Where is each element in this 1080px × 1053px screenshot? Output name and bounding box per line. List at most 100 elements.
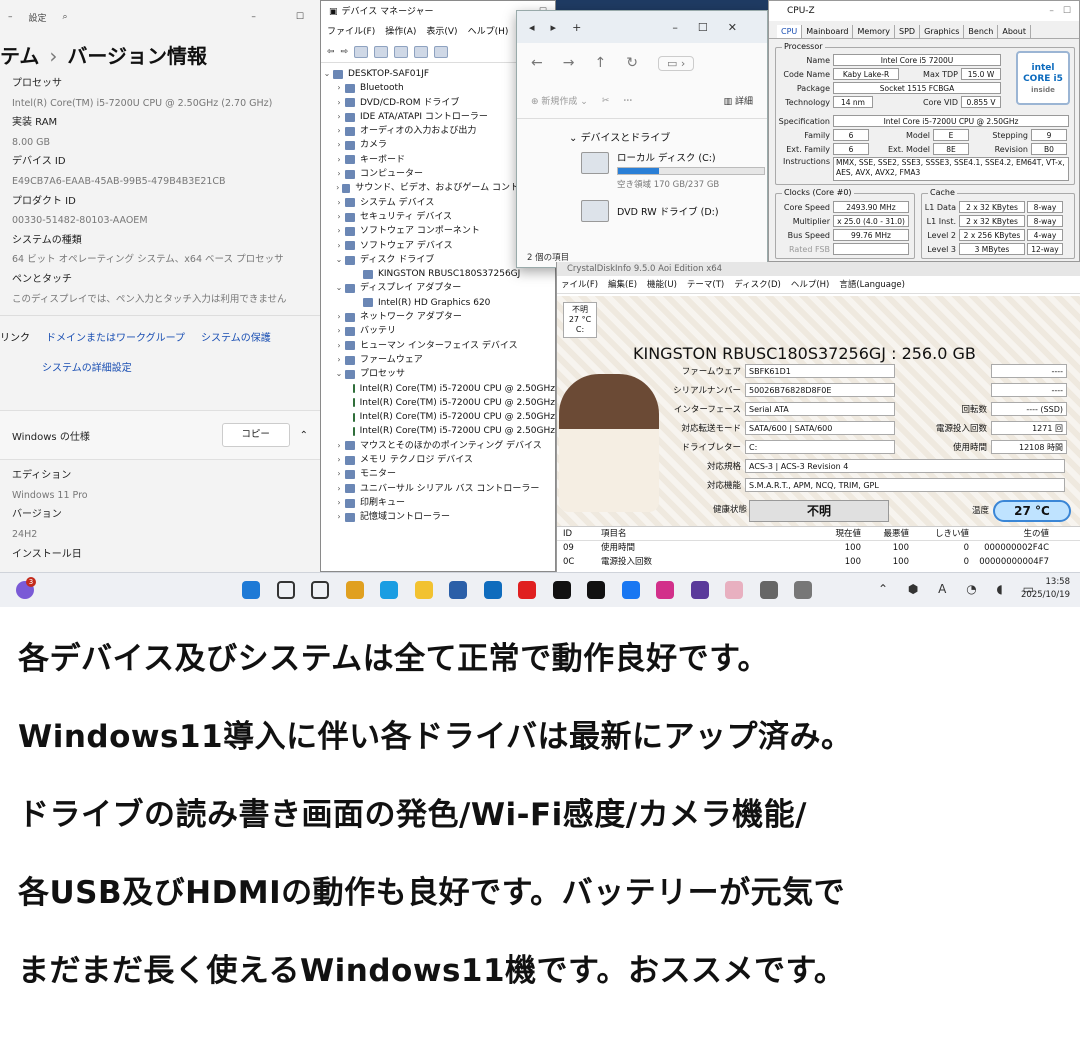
youtube-icon[interactable] [518,581,536,599]
smart-col-header[interactable]: しきい値 [909,527,969,540]
tree-item[interactable]: › ネットワーク アダプター [321,310,555,324]
cdi-menu-item[interactable]: ヘルプ(H) [791,276,830,293]
table-row[interactable]: 0C 電源投入回数 100 100 0 00000000004F7 [557,555,1080,569]
chevron-right-icon[interactable]: › [333,453,345,467]
settings-icon[interactable] [759,581,778,599]
chevron-right-icon[interactable]: › [333,310,345,324]
details-button[interactable]: ▥ 詳細 [724,94,767,107]
tree-item[interactable]: › ファームウェア [321,353,555,367]
chevron-up-icon[interactable]: ⌃ [300,430,308,441]
more-icon[interactable]: ⋯ [623,96,632,106]
device-manager-icon[interactable] [794,581,812,599]
tab-graphics[interactable]: Graphics [920,25,965,38]
chevron-down-icon[interactable]: ⌄ [333,367,345,381]
window-controls[interactable]: – ☐ [1049,1,1079,21]
tab-spd[interactable]: SPD [895,25,921,38]
chevron-right-icon[interactable]: › [333,467,345,481]
smart-col-header[interactable]: 項目名 [601,527,741,540]
search-icon[interactable]: ⌕ [63,12,68,22]
devices-drives-header[interactable]: ⌄ デバイスとドライブ [517,119,767,150]
chevron-down-icon[interactable]: ⌄ [333,253,345,267]
facebook-icon[interactable] [621,581,640,599]
drive-d[interactable]: DVD RW ドライブ (D:) [517,198,767,242]
tab-memory[interactable]: Memory [853,25,896,38]
tab-mainboard[interactable]: Mainboard [802,25,854,38]
drive-c[interactable]: ローカル ディスク (C:) 空き領域 170 GB/237 GB [517,150,767,194]
tree-item[interactable]: KINGSTON RBUSC180S37256GJ [321,267,555,281]
smart-col-header[interactable]: ID [563,527,601,540]
chevron-right-icon[interactable]: › [333,210,345,224]
cdi-menu-item[interactable]: ァイル(F) [561,276,598,293]
chevron-right-icon[interactable]: › [333,153,345,167]
tree-item[interactable]: › 記憶域コントローラー [321,510,555,524]
chevron-right-icon[interactable]: › [333,224,345,238]
chevron-right-icon[interactable]: › [333,496,345,510]
menu-action[interactable]: 操作(A) [385,23,416,41]
chevron-right-icon[interactable]: › [333,124,345,138]
chevron-right-icon[interactable]: › [333,196,345,210]
new-button[interactable]: ⊕ 新規作成 ⌄ [531,94,588,107]
tree-item[interactable]: ⌄ ディスプレイ アダプター [321,281,555,295]
maximize-icon[interactable]: ☐ [296,12,304,22]
scan-icon[interactable] [414,45,429,58]
chevron-right-icon[interactable]: › [333,239,345,253]
tab-bench[interactable]: Bench [964,25,999,38]
instagram-icon[interactable] [656,581,674,599]
tree-item[interactable]: › ユニバーサル シリアル バス コントローラー [321,482,555,496]
update-driver-icon[interactable] [374,45,389,58]
link-advanced-settings[interactable]: システムの詳細設定 [42,363,132,374]
ime-indicator[interactable]: A [938,582,954,596]
menu-help[interactable]: ヘルプ(H) [468,23,509,41]
link-domain-workgroup[interactable]: ドメインまたはワークグループ [46,322,185,356]
tree-item[interactable]: ⌄ プロセッサ [321,367,555,381]
tiktok-icon[interactable] [587,581,605,599]
tree-item[interactable]: › マウスとそのほかのポインティング デバイス [321,439,555,453]
chevron-right-icon[interactable]: › [333,339,345,353]
crystaldisk-icon[interactable] [725,581,743,599]
tray-icons[interactable]: ⌃ ⬢ A ◔ ◖ ▭ [878,582,1042,596]
menu-view[interactable]: 表示(V) [426,23,457,41]
cdi-menu-item[interactable]: テーマ(T) [687,276,724,293]
windows-spec-header[interactable]: Windows の仕様 コピー ⌃ [0,410,320,461]
chevron-right-icon[interactable]: › [333,96,345,110]
minimize-icon[interactable]: – [251,12,256,22]
tree-item[interactable]: Intel(R) Core(TM) i5-7200U CPU @ 2.50GHz [321,396,555,410]
tab-right-icon[interactable]: ▸ [551,21,557,34]
health-status[interactable]: 不明 [749,500,889,522]
tree-item[interactable]: Intel(R) HD Graphics 620 [321,296,555,310]
tree-item[interactable]: Intel(R) Core(TM) i5-7200U CPU @ 2.50GHz [321,410,555,424]
window-controls[interactable]: –☐✕ [672,21,767,34]
edge-icon[interactable] [380,581,398,599]
cdi-menu-item[interactable]: 言語(Language) [839,276,905,293]
chevron-right-icon[interactable]: › [333,138,345,152]
smart-col-header[interactable]: 生の値 [969,527,1049,540]
help-icon[interactable] [394,45,409,58]
tree-item[interactable]: › メモリ テクノロジ デバイス [321,453,555,467]
chrome-icon[interactable] [345,581,364,599]
back-icon[interactable]: ⇦ [327,47,335,57]
menu-file[interactable]: ファイル(F) [327,23,375,41]
smart-col-header[interactable]: 最悪値 [861,527,909,540]
tree-item[interactable]: › バッテリ [321,324,555,338]
new-tab-icon[interactable]: + [572,21,581,34]
chevron-right-icon[interactable]: › [333,110,345,124]
monitor-icon[interactable] [434,45,449,58]
tab-cpu[interactable]: CPU [777,25,803,38]
chevron-right-icon[interactable]: › [333,324,345,338]
cut-icon[interactable]: ✂ [602,96,610,106]
cdi-menu-item[interactable]: 機能(U) [647,276,677,293]
store-icon[interactable] [449,581,467,599]
drive-status-chip[interactable]: 不明 27 °C C: [563,302,597,338]
minimize-icon[interactable]: – [8,12,13,22]
tree-item[interactable]: Intel(R) Core(TM) i5-7200U CPU @ 2.50GHz [321,382,555,396]
chevron-down-icon[interactable]: ⌄ [321,67,333,81]
chevron-right-icon[interactable]: › [333,510,345,524]
chevron-right-icon[interactable]: › [333,167,345,181]
table-row[interactable]: 09 使用時間 100 100 0 000000002F4C [557,541,1080,555]
start-icon[interactable] [242,581,260,599]
clock[interactable]: 13:58 2025/10/19 [1021,576,1070,602]
outlook-icon[interactable] [483,581,502,599]
address-bar[interactable]: ▭ › [657,55,695,71]
chevron-right-icon[interactable]: › [333,81,345,95]
task-view-icon[interactable] [311,581,329,599]
